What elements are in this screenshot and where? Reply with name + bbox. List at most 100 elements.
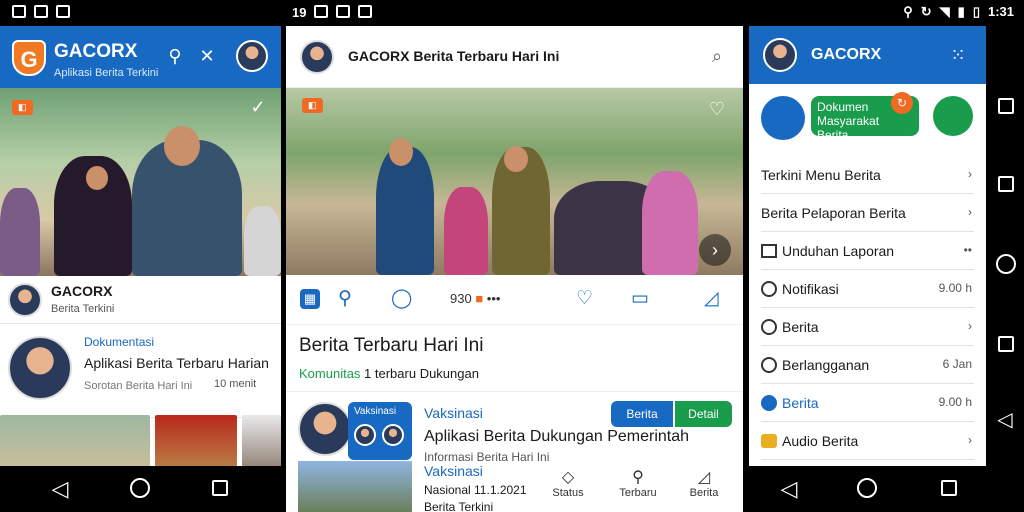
avatar[interactable]	[300, 40, 334, 74]
tab-status[interactable]: ◇ Status	[542, 467, 594, 499]
avatar[interactable]	[236, 40, 268, 72]
author-row[interactable]: GACORX Berita Terkini	[0, 276, 281, 324]
thumbnail-strip	[0, 415, 281, 466]
person-head	[504, 146, 528, 172]
story-category: Vaksinasi	[424, 405, 483, 421]
grid-icon[interactable]: ▦	[300, 289, 320, 309]
avatar[interactable]	[763, 38, 797, 72]
recents-icon[interactable]	[941, 480, 957, 496]
side-navigation-bar: ◁	[986, 26, 1024, 512]
thumbnail[interactable]	[155, 415, 237, 466]
thumbnail[interactable]	[242, 415, 281, 466]
chat-icon[interactable]: ▭	[631, 287, 649, 310]
brand-title: GACORX	[811, 46, 882, 63]
recents-icon[interactable]	[998, 336, 1014, 352]
view-count-value: 930	[450, 291, 472, 306]
search-icon[interactable]: ⌕	[706, 45, 728, 67]
hero-meta-rest: 1 terbaru Dukungan	[364, 366, 479, 381]
app-header: GACORX ⁙	[749, 26, 986, 84]
menu-row[interactable]: Notifikasi 9.00 h	[761, 270, 974, 308]
status-time: 1:31	[987, 4, 1014, 19]
heart-icon[interactable]: ♡	[706, 98, 728, 120]
tools-icon[interactable]: ✕	[196, 45, 218, 67]
menu-row[interactable]: Berita 9.00 h	[761, 384, 974, 422]
menu-row[interactable]: Unduhan Laporan ••	[761, 232, 974, 270]
detail-button[interactable]: Detail	[675, 401, 732, 427]
news-photo[interactable]: ◧ ♡ ›	[286, 88, 743, 275]
menu-row-label: Berlangganan	[761, 357, 869, 373]
location-pin-icon[interactable]: ⚲	[164, 45, 186, 67]
user-icon	[761, 395, 777, 411]
menu-row[interactable]: Berita Pelaporan Berita ›	[761, 194, 974, 232]
menu-row[interactable]: Audio Berita ›	[761, 422, 974, 460]
avatar	[382, 424, 404, 446]
recents-icon[interactable]	[998, 176, 1014, 192]
story-title: Aplikasi Berita Dukungan Pemerintah	[424, 428, 690, 445]
banner-line2: Masyarakat Berita	[817, 114, 880, 142]
chevron-right-icon: ›	[968, 167, 972, 181]
navigation-bar: ◁	[749, 466, 986, 512]
green-action-icon[interactable]	[933, 96, 973, 136]
status-bar: 19 ⚲ ↻ ◥ ▮ ▯ 1:31	[0, 0, 1024, 26]
view-count: 930 ■ •••	[450, 291, 501, 306]
wifi-icon: ◥	[939, 4, 950, 19]
app-panel-center: GACORX Berita Terbaru Hari Ini ⌕ ◧ ♡ › ▦…	[286, 26, 743, 512]
category-tag-icon: ◧	[302, 98, 323, 113]
author-name: GACORX	[51, 283, 113, 299]
person-figure	[244, 206, 281, 276]
status-icon: ◇	[561, 469, 575, 486]
subscribe-icon	[761, 357, 777, 373]
next-arrow-button[interactable]: ›	[699, 234, 731, 266]
settings-icon	[336, 5, 351, 18]
avatar	[298, 402, 352, 456]
home-icon[interactable]	[130, 478, 150, 498]
recents-icon[interactable]	[998, 98, 1014, 114]
person-head	[389, 138, 413, 166]
menu-row[interactable]: Terkini Menu Berita ›	[761, 156, 974, 194]
back-icon[interactable]: ◁	[775, 475, 803, 503]
thumbnail[interactable]	[0, 415, 150, 466]
news-photo[interactable]: ◧ ✓	[0, 88, 281, 276]
home-icon[interactable]	[857, 478, 877, 498]
bus-icon[interactable]	[761, 96, 805, 140]
grid-menu-icon[interactable]: ⁙	[947, 44, 969, 66]
audio-icon	[761, 434, 777, 448]
menu-row-label: Berita	[761, 395, 819, 411]
thumbnail[interactable]	[298, 461, 412, 512]
story2-meta2: Berita Terkini	[424, 500, 494, 512]
read-button[interactable]: Berita	[611, 401, 673, 427]
back-icon[interactable]: ◁	[991, 406, 1019, 434]
menu-row-text: Berita	[782, 395, 819, 411]
card-time: 10 menit	[214, 378, 257, 390]
author-meta: Berita Terkini	[51, 303, 115, 315]
menu-row[interactable]: Berita ›	[761, 308, 974, 346]
news-card[interactable]: Dokumentasi Aplikasi Berita Terbaru Hari…	[0, 324, 281, 418]
hero-meta: Komunitas 1 terbaru Dukungan	[299, 366, 479, 381]
recents-icon[interactable]	[212, 480, 228, 496]
tab-latest[interactable]: ⚲ Terbaru	[612, 467, 664, 499]
menu-row[interactable]: Berlangganan 6 Jan	[761, 346, 974, 384]
app-panel-left: G GACORX Aplikasi Berita Terkini ⚲ ✕ ◧ ✓…	[0, 26, 281, 466]
like-icon[interactable]: ♡	[576, 287, 593, 310]
image-icon	[358, 5, 373, 18]
card-category: Dokumentasi	[84, 335, 155, 349]
menu-row-text: Notifikasi	[782, 281, 839, 297]
avatar[interactable]	[8, 283, 42, 317]
badge-icon: ↻	[891, 92, 913, 114]
menu-row-right: 9.00 h	[938, 281, 972, 295]
action-bar: ▦ ⚲ ◯ 930 ■ ••• ♡ ▭ ◿	[286, 275, 743, 325]
bookmark-icon[interactable]: ◿	[704, 287, 719, 310]
tab-label: Terbaru	[619, 487, 657, 499]
location-icon[interactable]: ⚲	[338, 287, 352, 310]
bookmark-icon: ◿	[697, 469, 711, 486]
image-icon	[314, 5, 329, 18]
comment-icon[interactable]: ◯	[391, 287, 412, 310]
image-icon	[34, 5, 48, 18]
menu-row-label: Berita	[761, 319, 819, 335]
menu-row-right: ••	[963, 243, 972, 257]
share-icon[interactable]: ✓	[247, 96, 269, 118]
person-figure	[642, 171, 698, 275]
home-icon[interactable]	[996, 254, 1016, 274]
back-icon[interactable]: ◁	[46, 475, 74, 503]
tab-news[interactable]: ◿ Berita	[678, 467, 730, 499]
